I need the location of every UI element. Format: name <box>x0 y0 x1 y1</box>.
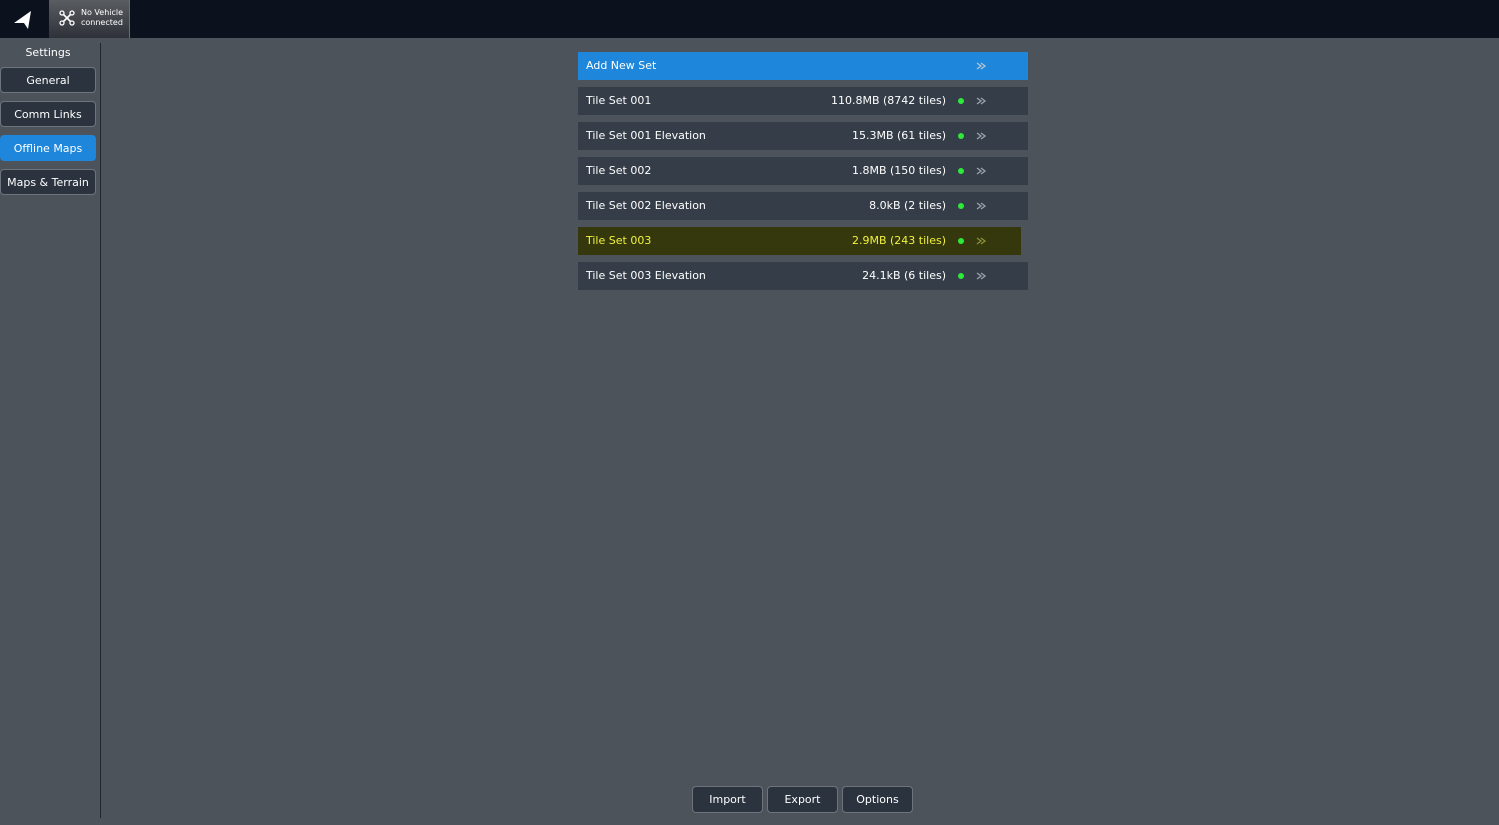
status-dot-icon <box>958 203 964 209</box>
vehicle-status-line2: connected <box>81 18 123 27</box>
tile-set-size: 15.3MB (61 tiles) <box>851 129 946 142</box>
tile-set-row[interactable]: Tile Set 002 Elevation 8.0kB (2 tiles) <box>578 192 1028 220</box>
chevron-right-icon <box>976 237 986 245</box>
vehicle-status-text: No Vehicle connected <box>81 8 123 28</box>
tile-set-name: Tile Set 003 Elevation <box>586 269 706 282</box>
tile-set-name: Tile Set 001 Elevation <box>586 129 706 142</box>
tile-set-row[interactable]: Tile Set 003 Elevation 24.1kB (6 tiles) <box>578 262 1028 290</box>
settings-sidebar: Settings General Comm Links Offline Maps… <box>0 38 100 818</box>
tile-set-row[interactable]: Tile Set 001 Elevation 15.3MB (61 tiles) <box>578 122 1028 150</box>
tile-set-size: 110.8MB (8742 tiles) <box>830 94 946 107</box>
options-button[interactable]: Options <box>842 786 913 813</box>
import-button[interactable]: Import <box>692 786 763 813</box>
status-dot-icon <box>958 133 964 139</box>
tile-set-row[interactable]: Tile Set 002 1.8MB (150 tiles) <box>578 157 1028 185</box>
tile-set-size: 24.1kB (6 tiles) <box>862 269 946 282</box>
tile-set-name: Tile Set 002 <box>586 164 652 177</box>
no-vehicle-icon <box>59 10 75 26</box>
vehicle-status-line1: No Vehicle <box>81 8 124 17</box>
app-logo-button[interactable] <box>0 0 44 38</box>
tile-set-name: Tile Set 002 Elevation <box>586 199 706 212</box>
tile-set-name: Tile Set 001 <box>586 94 652 107</box>
app-logo-icon <box>14 11 31 29</box>
status-dot-icon <box>958 98 964 104</box>
sidebar-item-maps-terrain[interactable]: Maps & Terrain <box>0 169 96 195</box>
add-new-set-label: Add New Set <box>586 59 657 72</box>
sidebar-divider <box>100 43 101 818</box>
chevron-right-icon <box>976 167 986 175</box>
tile-set-name: Tile Set 003 <box>586 234 652 247</box>
chevron-right-icon <box>976 202 986 210</box>
tile-set-size: 8.0kB (2 tiles) <box>869 199 946 212</box>
chevron-right-icon <box>976 272 986 280</box>
sidebar-item-offline-maps[interactable]: Offline Maps <box>0 135 96 161</box>
status-dot-icon <box>958 168 964 174</box>
vehicle-status-indicator[interactable]: No Vehicle connected <box>49 0 130 38</box>
chevron-right-icon <box>976 97 986 105</box>
chevron-right-icon <box>976 132 986 140</box>
add-new-set-button[interactable]: Add New Set <box>578 52 1028 80</box>
tile-set-row[interactable]: Tile Set 001 110.8MB (8742 tiles) <box>578 87 1028 115</box>
chevron-right-icon <box>976 62 986 70</box>
tile-set-size: 2.9MB (243 tiles) <box>851 234 946 247</box>
sidebar-item-general[interactable]: General <box>0 67 96 93</box>
tile-set-size: 1.8MB (150 tiles) <box>851 164 946 177</box>
sidebar-title: Settings <box>25 46 71 59</box>
status-dot-icon <box>958 273 964 279</box>
export-button[interactable]: Export <box>767 786 838 813</box>
status-dot-icon <box>958 238 964 244</box>
sidebar-item-comm-links[interactable]: Comm Links <box>0 101 96 127</box>
tile-set-row-selected[interactable]: Tile Set 003 2.9MB (243 tiles) <box>578 227 1021 255</box>
top-toolbar: No Vehicle connected <box>0 0 1499 38</box>
